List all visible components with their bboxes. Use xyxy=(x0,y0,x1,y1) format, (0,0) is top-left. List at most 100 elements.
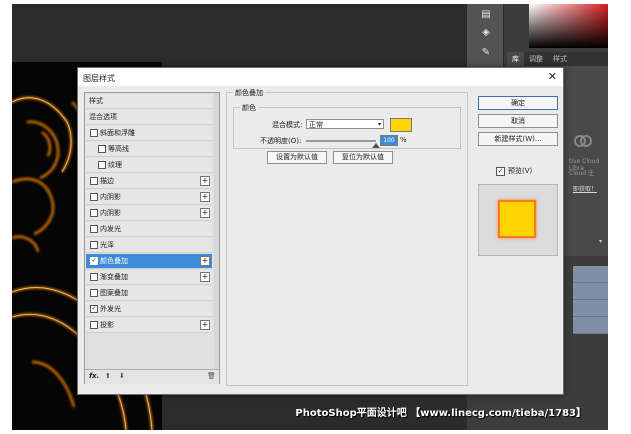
style-item-label: 纹理 xyxy=(108,161,122,169)
panel-tabs: 库 调整 样式 xyxy=(507,52,608,66)
style-checkbox[interactable] xyxy=(98,161,106,169)
properties-icon[interactable]: ◈ xyxy=(479,26,493,40)
layers-list xyxy=(573,266,608,334)
layer-row[interactable] xyxy=(573,300,608,317)
style-item-label: 内阴影 xyxy=(100,193,121,201)
style-item[interactable]: 纹理 xyxy=(86,158,212,173)
style-item-label: 投影 xyxy=(100,321,114,329)
dropdown-icon[interactable]: ▾ xyxy=(599,238,602,245)
style-item[interactable]: 内阴影 + xyxy=(86,206,212,221)
style-checkbox[interactable] xyxy=(90,177,98,185)
styles-header-label: 样式 xyxy=(89,97,103,105)
style-item[interactable]: 投影 + xyxy=(86,318,212,333)
style-item[interactable]: 渐变叠加 + xyxy=(86,270,212,285)
dialog-title: 图层样式 xyxy=(83,74,115,83)
list-scrollbar[interactable] xyxy=(214,93,219,369)
brush-icon[interactable]: ✎ xyxy=(479,46,493,60)
dialog-titlebar[interactable]: 图层样式 ✕ xyxy=(78,68,563,86)
add-style-icon[interactable]: + xyxy=(200,176,210,186)
style-item-label: 外发光 xyxy=(100,305,121,313)
new-style-button[interactable]: 新建样式(W)... xyxy=(478,132,558,146)
style-item-label: 内阴影 xyxy=(100,209,121,217)
add-style-icon[interactable]: + xyxy=(200,320,210,330)
style-item-label: 光泽 xyxy=(100,241,114,249)
style-checkbox[interactable] xyxy=(98,145,106,153)
style-item-label: 斜面和浮雕 xyxy=(100,129,135,137)
color-overlay-group: 颜色叠加 颜色 混合模式: 正常 ▾ 不透明度(O): 100 % 设置为默认值… xyxy=(226,88,468,386)
fx-icon[interactable]: fx. xyxy=(89,372,99,380)
arrow-up-icon[interactable]: ⬆ xyxy=(105,372,111,380)
tab-libraries[interactable]: 库 xyxy=(507,52,524,66)
style-checkbox[interactable] xyxy=(90,193,98,201)
library-get-link[interactable]: 即获取！ xyxy=(573,184,597,193)
style-item[interactable]: 内发光 xyxy=(86,222,212,237)
reset-default-button[interactable]: 复位为默认值 xyxy=(333,151,393,164)
history-icon[interactable]: ▤ xyxy=(479,8,493,22)
color-overlay-panel: 颜色叠加 颜色 混合模式: 正常 ▾ 不透明度(O): 100 % 设置为默认值… xyxy=(226,86,468,386)
layer-row[interactable] xyxy=(573,266,608,283)
style-item[interactable]: ✓ 颜色叠加 + xyxy=(86,254,212,269)
style-item[interactable]: 图案叠加 xyxy=(86,286,212,301)
style-item-label: 内发光 xyxy=(100,225,121,233)
preview-label: 预览(V) xyxy=(508,167,533,175)
add-style-icon[interactable]: + xyxy=(200,256,210,266)
layer-row[interactable] xyxy=(573,283,608,300)
arrow-down-icon[interactable]: ⬇ xyxy=(119,372,125,380)
dialog-body: 样式 混合选项 斜面和浮雕 等高线 纹理 描边 + 内阴影 + 内阴影 + 内发光 光泽 ✓ 颜色叠加 + 渐… xyxy=(78,86,563,394)
style-item-label: 渐变叠加 xyxy=(100,273,128,281)
add-style-icon[interactable]: + xyxy=(200,208,210,218)
style-item[interactable]: 光泽 xyxy=(86,238,212,253)
style-item-label: 等高线 xyxy=(108,145,129,153)
cancel-button[interactable]: 取消 xyxy=(478,114,558,128)
style-checkbox[interactable] xyxy=(90,289,98,297)
style-item[interactable]: ✓ 外发光 xyxy=(86,302,212,317)
add-style-icon[interactable]: + xyxy=(200,192,210,202)
style-list: 样式 混合选项 斜面和浮雕 等高线 纹理 描边 + 内阴影 + 内阴影 + 内发光 光泽 ✓ 颜色叠加 + 渐… xyxy=(84,92,220,384)
opacity-slider[interactable] xyxy=(306,140,380,148)
layer-row[interactable] xyxy=(573,317,608,334)
tab-adjustments[interactable]: 调整 xyxy=(524,52,548,66)
style-checkbox[interactable] xyxy=(90,225,98,233)
style-item-label: 图案叠加 xyxy=(100,289,128,297)
make-default-button[interactable]: 设置为默认值 xyxy=(267,151,327,164)
color-picker-field[interactable] xyxy=(529,4,608,48)
style-checkbox[interactable] xyxy=(90,273,98,281)
creative-cloud-icon xyxy=(574,135,592,147)
library-text-line: Cloud 庄 xyxy=(569,170,595,177)
overlay-color-swatch[interactable] xyxy=(390,118,412,132)
list-footer: fx. ⬆ ⬇ 🗑 xyxy=(85,369,219,384)
style-item[interactable]: 内阴影 + xyxy=(86,190,212,205)
style-item-label: 颜色叠加 xyxy=(100,257,128,265)
style-item[interactable]: 等高线 xyxy=(86,142,212,157)
watermark-text: PhotoShop平面设计吧 【www.linecg.com/tieba/178… xyxy=(295,408,586,419)
preview-checkbox[interactable]: ✓ xyxy=(496,166,505,176)
style-item[interactable]: 斜面和浮雕 xyxy=(86,126,212,141)
style-checkbox[interactable] xyxy=(90,241,98,249)
styles-header[interactable]: 样式 xyxy=(86,94,212,109)
opacity-label: 不透明度(O): xyxy=(260,137,302,145)
add-style-icon[interactable]: + xyxy=(200,272,210,282)
style-checkbox[interactable] xyxy=(90,209,98,217)
preview-swatch xyxy=(498,200,536,238)
ok-button[interactable]: 确定 xyxy=(478,96,558,110)
style-checkbox[interactable]: ✓ xyxy=(90,257,98,265)
trash-icon[interactable]: 🗑 xyxy=(207,372,216,380)
style-checkbox[interactable] xyxy=(90,321,98,329)
blend-mode-label: 混合模式: xyxy=(272,121,303,129)
color-group: 颜色 混合模式: 正常 ▾ 不透明度(O): 100 % xyxy=(233,103,461,149)
style-item[interactable]: 混合选项 xyxy=(86,110,212,125)
blend-mode-select[interactable]: 正常 ▾ xyxy=(306,119,384,129)
style-item[interactable]: 描边 + xyxy=(86,174,212,189)
preview-toggle[interactable]: ✓ 预览(V) xyxy=(496,166,532,176)
tab-styles[interactable]: 样式 xyxy=(548,52,572,66)
close-icon[interactable]: ✕ xyxy=(548,70,557,83)
opacity-slider-thumb[interactable] xyxy=(372,143,380,148)
style-checkbox[interactable] xyxy=(90,129,98,137)
group-title: 颜色 xyxy=(240,103,258,113)
blend-mode-value: 正常 xyxy=(309,121,323,129)
style-checkbox[interactable]: ✓ xyxy=(90,305,98,313)
panel-toolstrip: ▤ ◈ ✎ xyxy=(467,4,504,68)
style-item-label: 描边 xyxy=(100,177,114,185)
opacity-input[interactable]: 100 xyxy=(380,135,398,146)
section-title: 颜色叠加 xyxy=(233,88,265,98)
